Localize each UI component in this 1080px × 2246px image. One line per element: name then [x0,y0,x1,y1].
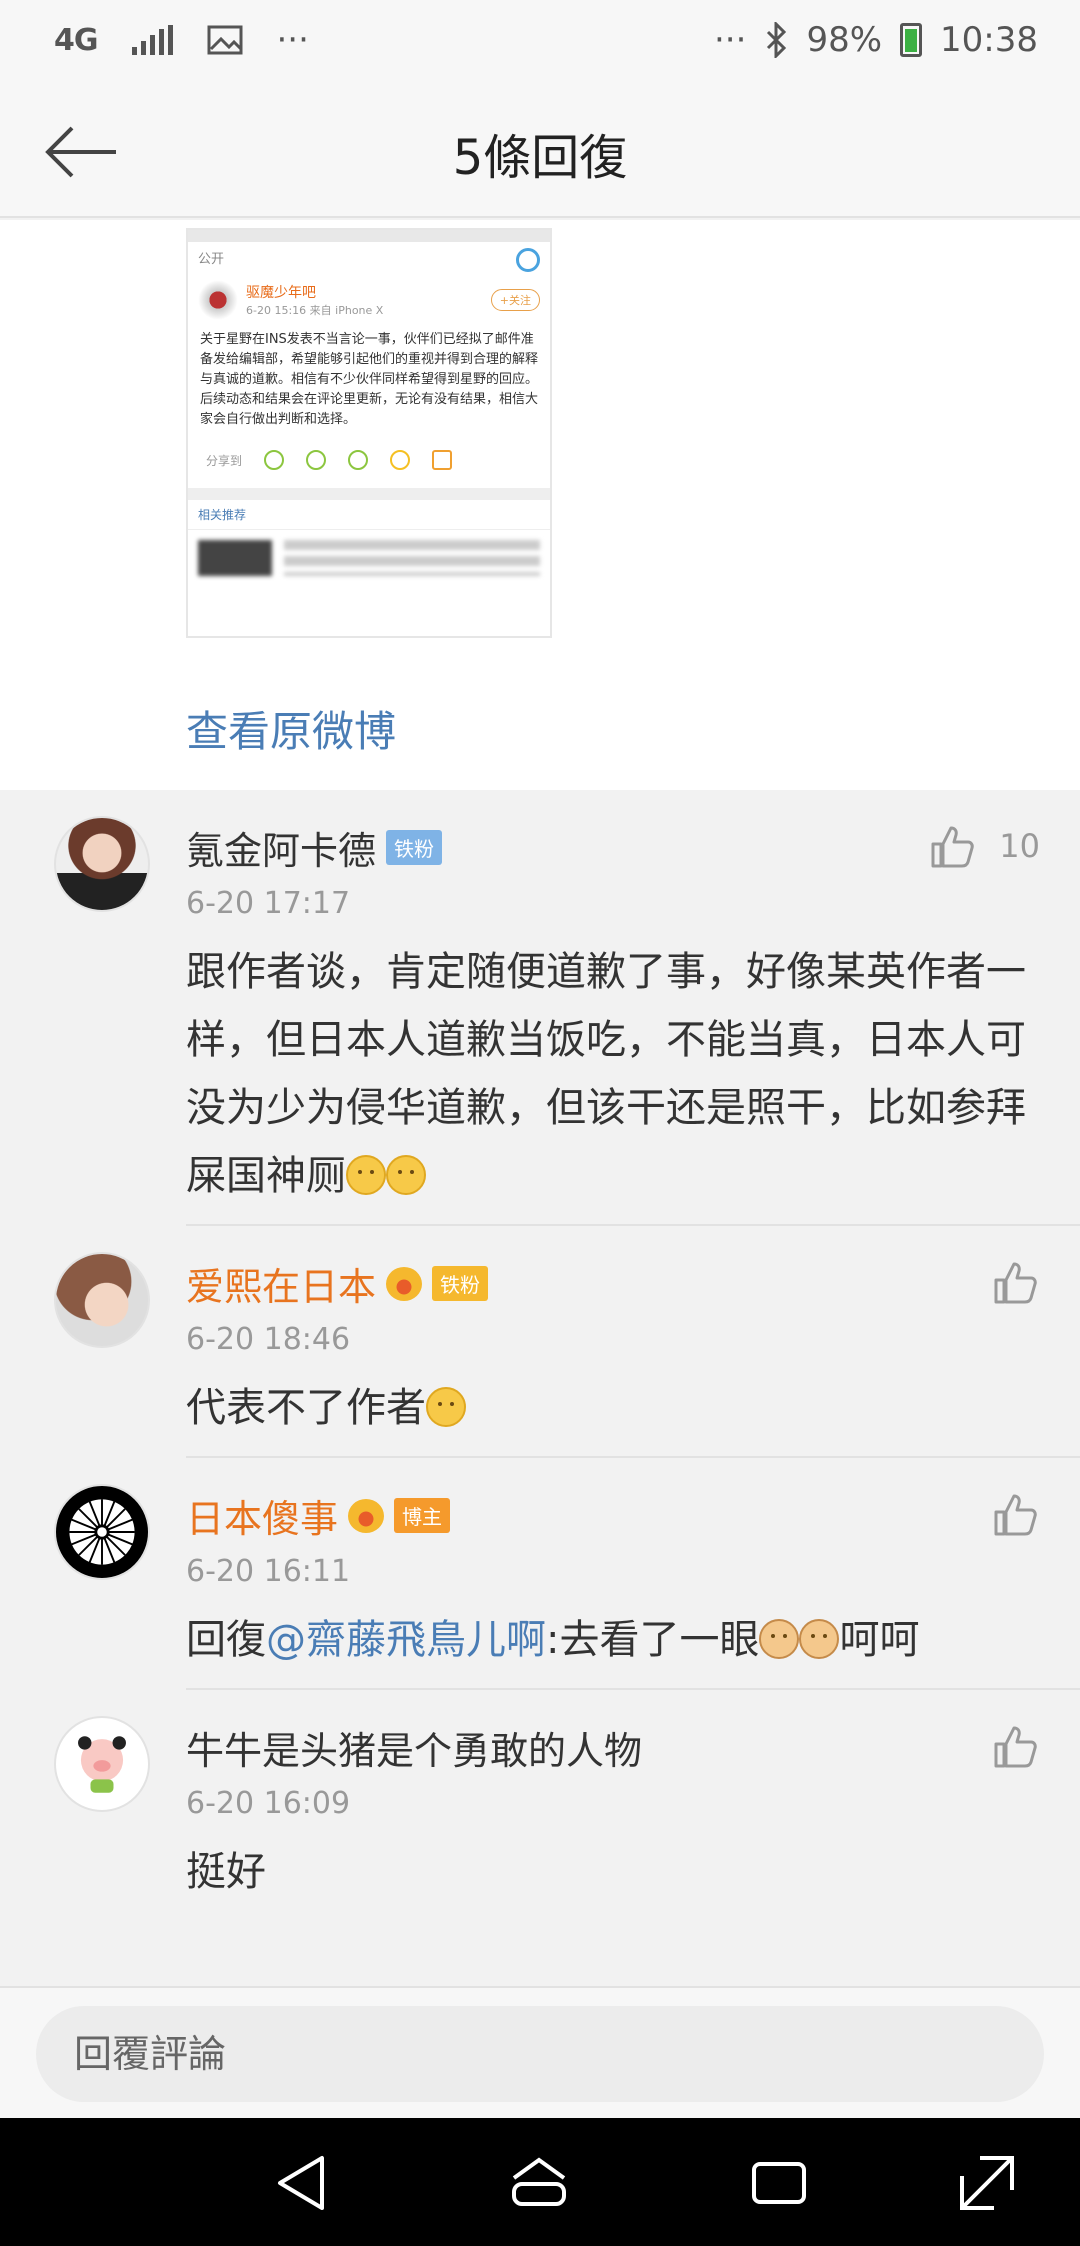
wechat-icon [264,450,285,470]
comment-text-body: :去看了一眼 [546,1617,760,1663]
avatar[interactable] [54,1484,150,1580]
comment-text: 跟作者谈，肯定随便道歉了事，好像某英作者一样，但日本人道歉当饭吃，不能当真，日本… [186,938,1026,1210]
thumbs-up-icon [931,826,975,868]
comment-text: 挺好 [186,1838,1026,1906]
commenter-name[interactable]: 爱熙在日本 铁粉 [186,1256,489,1311]
nav-recents-icon[interactable] [748,2152,810,2214]
comment-item: 爱熙在日本 铁粉 6-20 18:46 代表不了作者 [0,1226,1080,1458]
comment-text-suffix: 呵呵 [839,1617,920,1663]
like-count: 10 [999,827,1040,865]
comment-item: 牛牛是头猪是个勇敢的人物 6-20 16:09 挺好 [0,1690,1080,1986]
signal-icon [131,25,173,55]
comment-time: 6-20 16:11 [186,1554,351,1589]
like-button[interactable] [992,1722,1040,1770]
comment-text: 回復@齋藤飛鳥儿啊:去看了一眼 呵呵 [186,1606,1026,1674]
poster-meta: 6-20 15:16 来自 iPhone X [246,304,384,317]
related-label: 相关推荐 [188,500,550,530]
battery-percent: 98% [806,20,883,60]
fan-badge: 铁粉 [386,830,443,865]
shush-emoji-icon [346,1155,386,1195]
comment-list: 氪金阿卡德 铁粉 10 6-20 17:17 跟作者谈，肯定随便道歉了事，好像某… [0,790,1080,1986]
moments-icon [306,450,327,470]
clock: 10:38 [940,20,1038,60]
reply-comment-input[interactable]: 回覆評論 [36,2006,1044,2102]
thumbs-up-icon [994,1262,1037,1304]
share-label: 分享到 [206,453,243,468]
poster-avatar [198,280,238,320]
nav-expand-icon[interactable] [956,2152,1018,2214]
page-title: 5條回復 [452,130,628,186]
doge-emoji-icon [759,1619,800,1659]
comment-text-body: 代表不了作者 [186,1385,426,1431]
reply-bar: 回覆評論 [0,1986,1080,2118]
view-original-link[interactable]: 查看原微博 [186,698,396,759]
original-post-card: 公开 驱魔少年吧 6-20 15:16 来自 iPhone X +关注 关于星野… [0,220,1080,790]
thumbs-up-icon [994,1494,1037,1536]
commenter-name-text[interactable]: 氪金阿卡德 [186,820,376,875]
post-body-text: 关于星野在INS发表不当言论一事，伙伴们已经拟了邮件准备发给编辑部，希望能够引起… [200,332,539,427]
fan-badge: 铁粉 [432,1266,489,1301]
comment-text: 代表不了作者 [186,1374,1026,1442]
smile-emoji-icon [426,1387,466,1427]
shush-emoji-icon [386,1155,426,1195]
crown-icon [348,1498,385,1533]
save-icon [432,450,453,470]
commenter-name-text[interactable]: 牛牛是头猪是个勇敢的人物 [186,1720,642,1775]
commenter-name[interactable]: 氪金阿卡德 铁粉 [186,820,443,875]
nav-home-icon[interactable] [508,2152,570,2214]
commenter-name[interactable]: 牛牛是头猪是个勇敢的人物 [186,1720,642,1775]
commenter-name[interactable]: 日本傻事 博主 [186,1488,451,1543]
like-button[interactable]: 10 [929,822,1040,870]
doge-emoji-icon [799,1619,840,1659]
weibo-logo-icon [516,248,540,272]
nav-back-icon[interactable] [272,2152,334,2214]
title-bar: 5條回復 [0,84,1080,218]
avatar[interactable] [54,816,150,912]
like-button[interactable] [992,1490,1040,1538]
favorite-icon [390,450,411,470]
avatar[interactable] [54,1716,150,1812]
crown-icon [386,1266,423,1301]
battery-icon [900,23,923,57]
comment-item: 日本傻事 博主 6-20 16:11 回復@齋藤飛鳥儿啊:去看了一眼 呵呵 [0,1458,1080,1690]
comment-time: 6-20 17:17 [186,886,351,921]
author-badge: 博主 [394,1498,451,1533]
image-icon [207,25,242,55]
reply-prefix: 回復 [186,1617,266,1663]
comment-text-body: 跟作者谈，肯定随便道歉了事，好像某英作者一样，但日本人道歉当饭吃，不能当真，日本… [186,949,1026,1199]
comment-text-body: 挺好 [186,1849,266,1895]
like-button[interactable] [992,1258,1040,1306]
bluetooth-icon [767,22,787,58]
comment-time: 6-20 16:09 [186,1786,351,1821]
comment-time: 6-20 18:46 [186,1322,351,1357]
more-notifications: ··· [276,20,309,60]
commenter-name-text[interactable]: 爱熙在日本 [186,1256,376,1311]
visibility-label: 公开 [198,252,225,267]
related-item-blurred [188,530,550,586]
network-type: 4G [54,22,98,58]
qq-icon [348,450,369,470]
post-screenshot-image[interactable]: 公开 驱魔少年吧 6-20 15:16 来自 iPhone X +关注 关于星野… [186,228,552,638]
follow-button: +关注 [490,289,540,311]
more-status: ··· [714,20,747,60]
comment-item: 氪金阿卡德 铁粉 10 6-20 17:17 跟作者谈，肯定随便道歉了事，好像某… [0,790,1080,1226]
avatar[interactable] [54,1252,150,1348]
commenter-name-text[interactable]: 日本傻事 [186,1488,338,1543]
system-nav-bar [0,2118,1080,2246]
thumbs-up-icon [994,1726,1037,1768]
share-row: 分享到 [188,438,550,482]
status-bar: 4G ··· ··· 98% 10:38 [0,0,1080,84]
mention-link[interactable]: @齋藤飛鳥儿啊 [266,1617,546,1663]
poster-name: 驱魔少年吧 [246,285,316,301]
